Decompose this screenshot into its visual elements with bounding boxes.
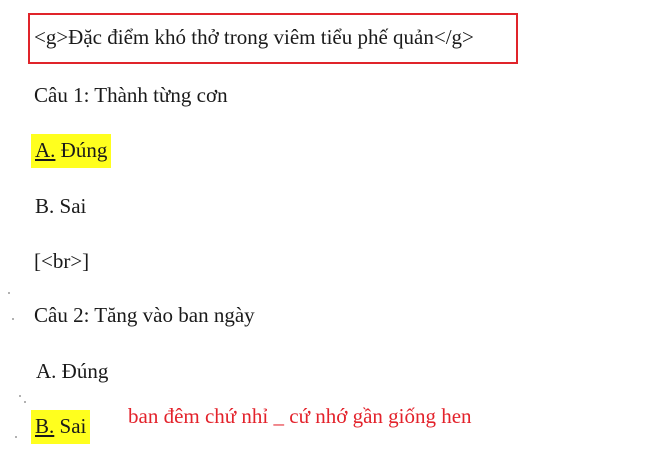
line-break-marker: [<br>] (34, 249, 90, 273)
question-2-option-b: B. Sai (31, 410, 91, 444)
question-1-prompt: Câu 1: Thành từng cơn (34, 83, 228, 107)
scan-speck (8, 292, 10, 294)
scan-speck (12, 318, 14, 320)
answer-highlight: B. Sai (31, 410, 91, 444)
question-2-prompt: Câu 2: Tăng vào ban ngày (34, 303, 255, 327)
scan-speck (19, 395, 21, 397)
option-letter: B. (35, 414, 55, 438)
option-letter: A. (35, 138, 56, 162)
option-text: Đúng (60, 138, 108, 162)
question-2-option-a: A. Đúng (36, 359, 108, 384)
scan-speck (24, 401, 26, 403)
document-title: <g>Đặc điểm khó thở trong viêm tiểu phế … (34, 25, 474, 49)
scan-speck (15, 436, 17, 438)
answer-highlight: A. Đúng (31, 134, 112, 168)
option-text: Sai (59, 414, 87, 438)
option-text: Đúng (61, 359, 109, 383)
option-letter: B. (35, 194, 55, 218)
option-text: Sai (59, 194, 87, 218)
option-letter: A. (36, 359, 57, 383)
question-1-option-b: B. Sai (35, 194, 86, 219)
handwritten-note: ban đêm chứ nhỉ _ cứ nhớ gần giống hen (128, 404, 472, 428)
question-1-option-a: A. Đúng (31, 134, 112, 168)
